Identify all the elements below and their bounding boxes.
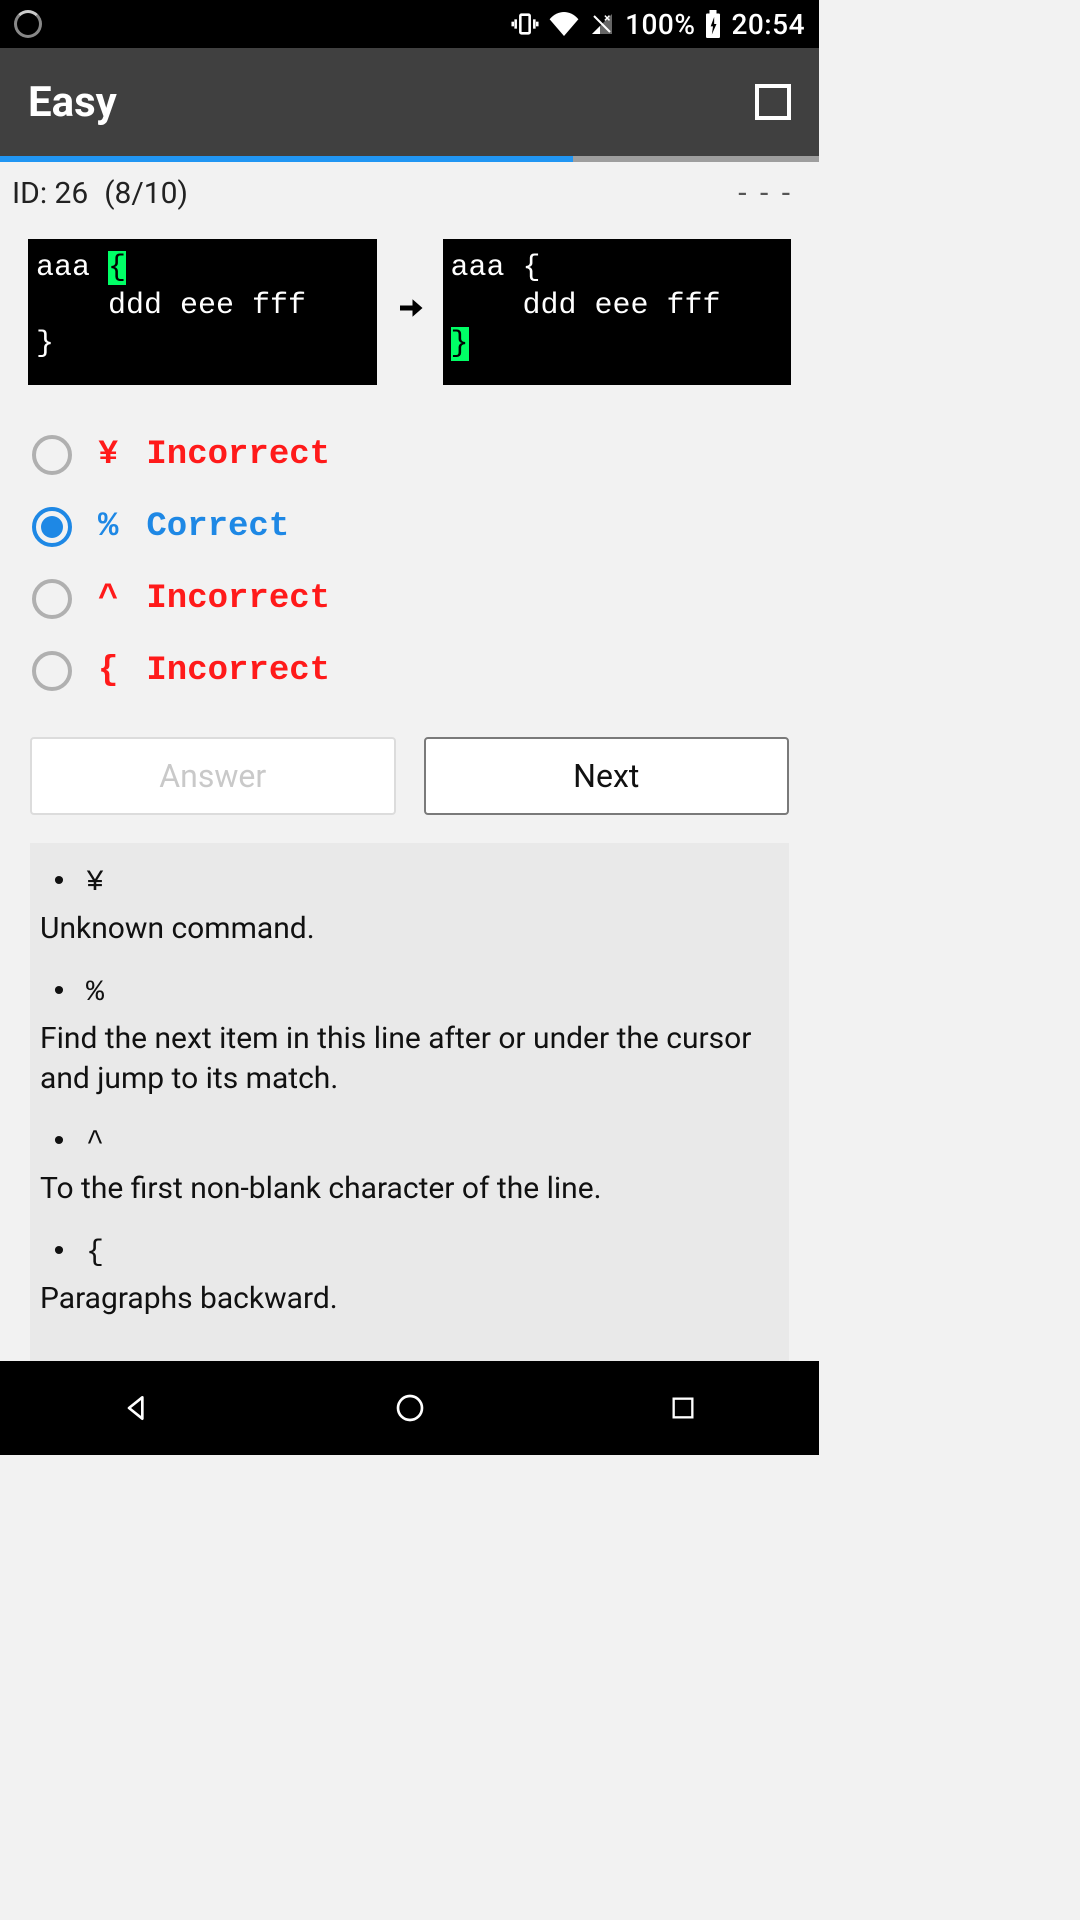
page-title: Easy (28, 78, 117, 127)
explanation-2: • ^ To the first non-blank character of … (40, 1117, 779, 1227)
question-info-row: ID: 26 (8/10) - - - (0, 162, 819, 221)
answer-button: Answer (30, 737, 396, 815)
android-nav-bar (0, 1361, 819, 1455)
nav-back-icon[interactable] (120, 1391, 154, 1425)
radio-icon (32, 651, 72, 691)
next-button[interactable]: Next (424, 737, 790, 815)
clock: 20:54 (731, 8, 805, 41)
explanation-0: • ¥ Unknown command. (40, 857, 779, 967)
option-0[interactable]: ¥ Incorrect (32, 419, 787, 491)
radio-selected-icon (32, 507, 72, 547)
code-before: aaa { ddd eee fff } (28, 239, 377, 385)
nav-recent-icon[interactable] (666, 1391, 700, 1425)
code-comparison: aaa { ddd eee fff } aaa { ddd eee fff } (0, 221, 819, 413)
status-spinner (14, 10, 42, 38)
option-3[interactable]: { Incorrect (32, 635, 787, 707)
overflow-menu-icon[interactable]: - - - (738, 176, 807, 211)
arrow-right-icon (395, 292, 425, 332)
nav-home-icon[interactable] (393, 1391, 427, 1425)
stop-button-icon[interactable] (755, 84, 791, 120)
question-counter: (8/10) (104, 176, 188, 211)
option-1[interactable]: % Correct (32, 491, 787, 563)
question-id: ID: 26 (12, 176, 88, 211)
vibrate-icon (511, 10, 539, 38)
cursor-after: } (451, 327, 469, 361)
svg-text:×: × (604, 12, 610, 25)
status-bar: × 100% 20:54 (0, 0, 819, 48)
radio-icon (32, 579, 72, 619)
battery-percent: 100% (625, 8, 695, 41)
loading-spinner-icon (14, 10, 42, 38)
answer-options: ¥ Incorrect % Correct ^ Incorrect { Inco… (0, 413, 819, 713)
code-after: aaa { ddd eee fff } (443, 239, 792, 385)
wifi-icon (549, 12, 579, 36)
explanation-3: • { Paragraphs backward. (40, 1227, 779, 1337)
cursor-before: { (108, 251, 126, 285)
cell-signal-icon: × (589, 12, 615, 36)
option-2[interactable]: ^ Incorrect (32, 563, 787, 635)
explanation-1: • % Find the next item in this line afte… (40, 967, 779, 1117)
action-buttons: Answer Next (0, 713, 819, 843)
radio-icon (32, 435, 72, 475)
app-bar: Easy (0, 48, 819, 156)
battery-charging-icon (705, 10, 721, 38)
explanation-panel: • ¥ Unknown command. • % Find the next i… (30, 843, 789, 1365)
